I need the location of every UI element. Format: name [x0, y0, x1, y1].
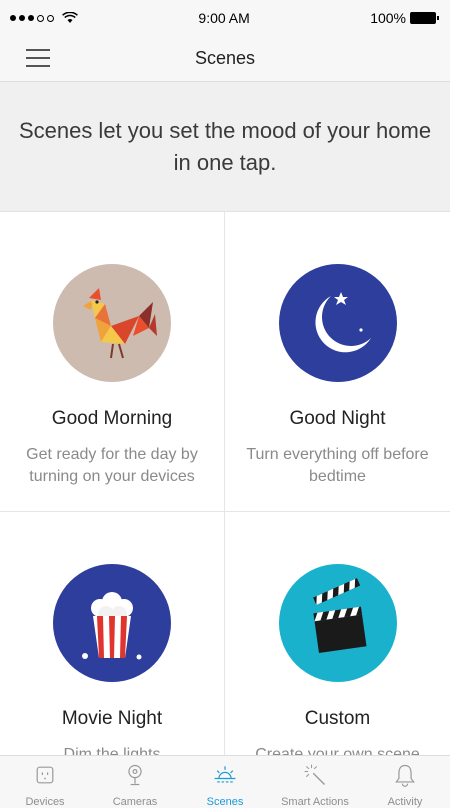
tab-smart-actions[interactable]: Smart Actions [270, 756, 360, 808]
tab-activity[interactable]: Activity [360, 756, 450, 808]
popcorn-icon [53, 564, 171, 682]
signal-indicator [10, 12, 78, 24]
wifi-icon [62, 12, 78, 23]
scene-description: Get ready for the day by turning on your… [26, 446, 198, 485]
scene-card-movie-night[interactable]: Movie Night Dim the lights [0, 512, 225, 755]
clapperboard-icon [278, 564, 397, 682]
scene-title: Custom [304, 708, 371, 729]
magic-wand-icon [304, 764, 326, 786]
battery-indicator: 100% [370, 10, 439, 26]
hamburger-menu-icon[interactable] [26, 49, 50, 67]
intro-banner: Scenes let you set the mood of your home… [0, 82, 450, 212]
tab-cameras[interactable]: Cameras [90, 756, 180, 808]
scene-description: Dim the lights [63, 746, 161, 755]
tab-label: Scenes [206, 796, 244, 808]
scene-title: Good Night [289, 408, 386, 429]
scene-card-custom[interactable]: Custom Create your own scene [225, 512, 450, 755]
status-time: 9:00 AM [198, 10, 250, 26]
scene-title: Movie Night [61, 708, 163, 729]
tab-label: Activity [387, 796, 423, 808]
battery-percent: 100% [370, 10, 406, 26]
banner-text: Scenes let you set the mood of your home… [18, 117, 432, 175]
tab-label: Devices [25, 796, 65, 808]
scene-description: Turn everything off before bedtime [246, 446, 429, 485]
scene-card-good-night[interactable]: Good Night Turn everything off before be… [225, 212, 450, 512]
tab-label: Cameras [112, 796, 158, 808]
page-title: Scenes [194, 48, 256, 68]
scene-card-good-morning[interactable]: Good Morning Get ready for the day by tu… [0, 212, 225, 512]
outlet-icon [36, 766, 54, 784]
camera-icon [128, 764, 142, 786]
rooster-icon [53, 264, 171, 382]
sunrise-icon [214, 766, 236, 783]
status-bar: 9:00 AM 100% [0, 0, 450, 36]
tab-bar: Devices Cameras Scenes Smart Actions Act… [0, 755, 450, 808]
scene-description: Create your own scene [255, 746, 420, 755]
tab-label: Smart Actions [281, 796, 349, 808]
navigation-bar: Scenes [0, 36, 450, 82]
scenes-grid: Good Morning Get ready for the day by tu… [0, 212, 450, 755]
moon-stars-icon [278, 264, 397, 382]
tab-devices[interactable]: Devices [0, 756, 90, 808]
battery-icon [410, 12, 439, 24]
bell-icon [395, 764, 415, 787]
scene-title: Good Morning [51, 408, 173, 429]
tab-scenes[interactable]: Scenes [180, 756, 270, 808]
